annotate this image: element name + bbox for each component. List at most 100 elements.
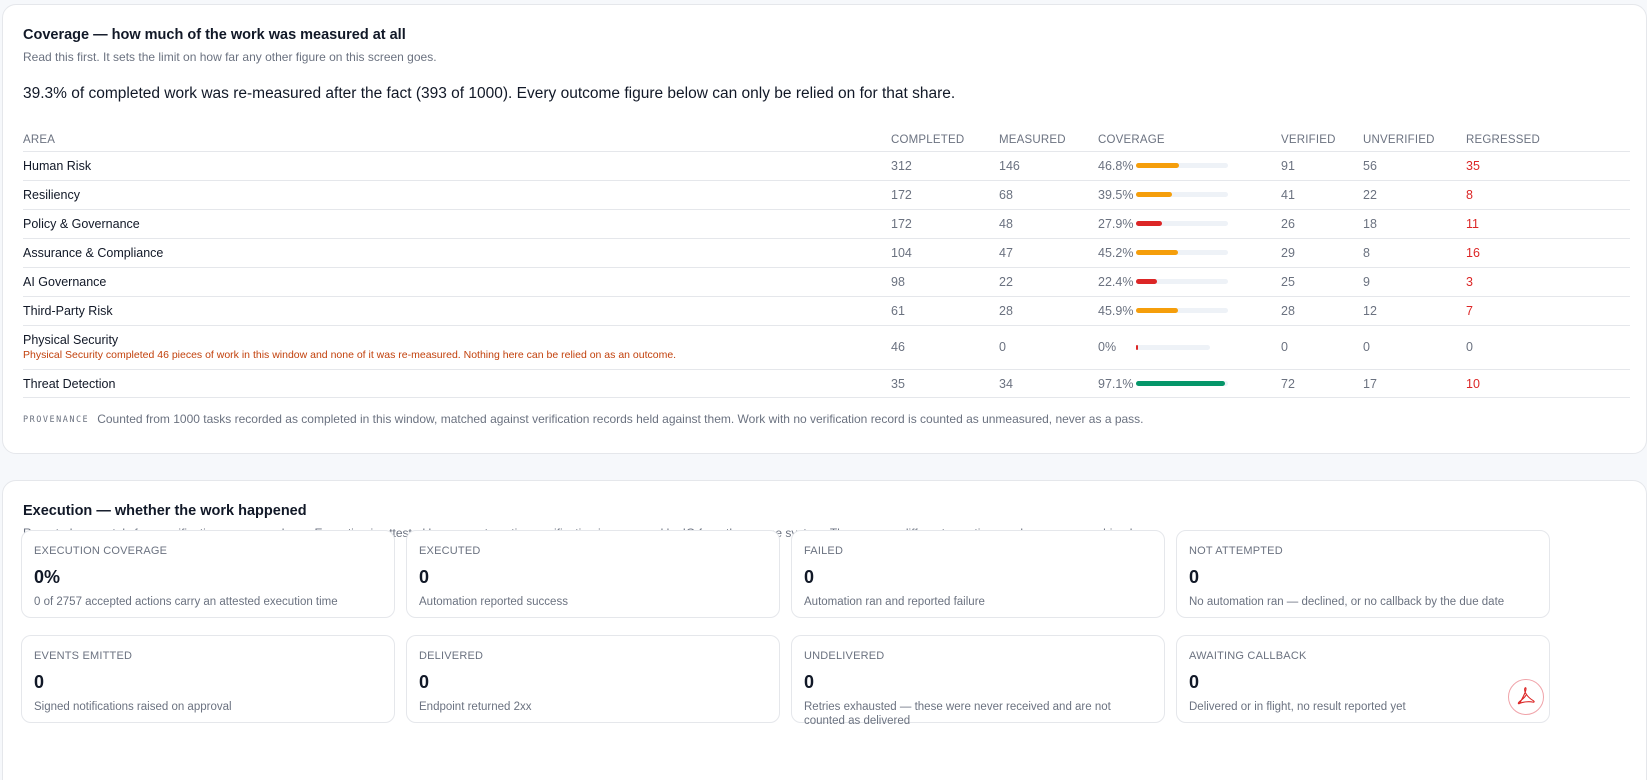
metric-card: NOT ATTEMPTED 0 No automation ran — declin… [1176,530,1550,618]
cell-coverage: 46.8% [1098,150,1281,180]
metric-card: FAILED 0 Automation ran and reported failu… [791,530,1165,618]
metric-card: DELIVERED 0 Endpoint returned 2xx [406,635,780,723]
coverage-bar [1136,221,1228,226]
metric-label: FAILED [804,545,844,557]
metric-value: 0% [34,567,61,587]
cell-completed: 46 [891,324,999,369]
cell-completed: 98 [891,266,999,296]
metric-value: 0 [419,567,430,587]
coverage-table: AREA COMPLETED MEASURED COVERAGE VERIFIE… [23,129,1630,398]
col-header-coverage: COVERAGE [1098,133,1165,146]
metric-value: 0 [1189,672,1200,692]
cell-coverage: 0% [1098,324,1281,369]
metric-label: AWAITING CALLBACK [1189,650,1307,662]
metric-description: Retries exhausted — these were never rec… [804,701,1111,727]
cell-area: AI Governance [23,266,891,296]
coverage-title: Coverage — how much of the work was meas… [23,27,406,43]
coverage-percent: 27.9% [1098,216,1134,231]
coverage-percent: 39.5% [1098,187,1134,202]
cell-regressed: 0 [1466,324,1630,369]
coverage-bar [1136,192,1228,197]
cell-unverified: 0 [1363,324,1466,369]
table-row: Threat Detection 35 34 97.1% 72 17 10 [23,368,1630,398]
cell-area: Third-Party Risk [23,295,891,325]
col-header-measured: MEASURED [999,133,1066,146]
table-row: Physical Security Physical Security compl… [23,324,1630,369]
area-label: Physical Security [23,333,119,347]
coverage-bar [1136,344,1210,350]
area-label: Assurance & Compliance [23,245,164,260]
cell-completed: 104 [891,237,999,267]
metric-card: UNDELIVERED 0 Retries exhausted — these we… [791,635,1165,727]
cell-verified: 72 [1281,368,1363,398]
area-label: AI Governance [23,274,107,289]
col-header-completed: COMPLETED [891,133,965,146]
pdf-export-icon [1517,687,1535,705]
cell-area: Resiliency [23,179,891,209]
cell-measured: 22 [999,266,1098,296]
metric-description: Signed notifications raised on approval [34,701,232,713]
metric-value: 0 [804,672,815,692]
table-row: Resiliency 172 68 39.5% 41 22 8 [23,179,1630,209]
table-header-row: AREA COMPLETED MEASURED COVERAGE VERIFIE… [23,129,1630,151]
coverage-percent: 45.9% [1098,303,1134,318]
table-row: Human Risk 312 146 46.8% 91 56 35 [23,150,1630,180]
metric-label: EVENTS EMITTED [34,650,133,662]
coverage-percent: 46.8% [1098,158,1134,173]
metric-description: Automation ran and reported failure [804,596,985,608]
col-header-area: AREA [23,133,56,146]
cell-verified: 41 [1281,179,1363,209]
coverage-bar-fill [1136,381,1226,387]
coverage-bar-fill [1136,250,1178,255]
coverage-bar-fill [1136,344,1139,350]
cell-measured: 47 [999,237,1098,267]
metric-label: UNDELIVERED [804,650,885,662]
cell-unverified: 56 [1363,150,1466,180]
table-row: Third-Party Risk 61 28 45.9% 28 12 7 [23,295,1630,325]
cell-area: Physical Security Physical Security compl… [23,324,891,369]
cell-coverage: 22.4% [1098,266,1281,296]
metric-card: AWAITING CALLBACK 0 Delivered or in flight… [1176,635,1550,723]
pdf-export-button[interactable] [1508,679,1544,715]
cell-coverage: 97.1% [1098,368,1281,398]
col-header-verified: VERIFIED [1281,133,1336,146]
metric-value: 0 [804,567,815,587]
metric-value: 0 [1189,567,1200,587]
coverage-headline: 39.3% of completed work was re-measured … [23,85,956,102]
metric-label: EXECUTION COVERAGE [34,545,168,557]
col-header-unverified: UNVERIFIED [1363,133,1435,146]
cell-coverage: 45.2% [1098,237,1281,267]
coverage-percent: 97.1% [1098,376,1134,391]
provenance-text: Counted from 1000 tasks recorded as comp… [97,412,1144,426]
table-row: AI Governance 98 22 22.4% 25 9 3 [23,266,1630,296]
cell-measured: 48 [999,208,1098,238]
coverage-bar [1136,250,1228,255]
area-label: Human Risk [23,158,92,173]
coverage-subtitle: Read this first. It sets the limit on ho… [23,50,437,64]
cell-regressed: 3 [1466,266,1630,296]
cell-area: Threat Detection [23,368,891,398]
cell-coverage: 45.9% [1098,295,1281,325]
cell-verified: 0 [1281,324,1363,369]
coverage-bar [1136,381,1228,387]
cell-unverified: 17 [1363,368,1466,398]
cell-regressed: 8 [1466,179,1630,209]
cell-regressed: 7 [1466,295,1630,325]
coverage-bar [1136,163,1228,168]
cell-measured: 146 [999,150,1098,180]
coverage-percent: 45.2% [1098,245,1134,260]
cell-regressed: 11 [1466,208,1630,238]
cell-completed: 172 [891,208,999,238]
cell-measured: 68 [999,179,1098,209]
cell-unverified: 18 [1363,208,1466,238]
coverage-bar-fill [1136,308,1179,313]
metric-description: Delivered or in flight, no result report… [1189,701,1406,713]
coverage-bar-fill [1136,279,1157,284]
coverage-bar-fill [1136,221,1162,226]
area-label: Threat Detection [23,376,116,391]
cell-measured: 0 [999,324,1098,369]
cell-regressed: 35 [1466,150,1630,180]
cell-regressed: 16 [1466,237,1630,267]
cell-unverified: 8 [1363,237,1466,267]
cell-area: Human Risk [23,150,891,180]
